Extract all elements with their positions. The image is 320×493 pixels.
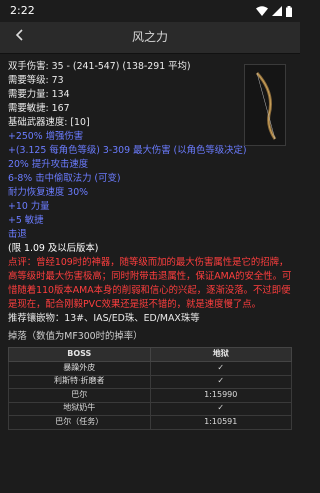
boss-cell: 暴躁外皮 — [8, 361, 151, 376]
column-header-boss: BOSS — [8, 347, 151, 362]
magic-prop: +10 力量 — [8, 201, 50, 212]
status-bar: 2:22 — [0, 0, 300, 22]
boss-cell: 地狱奶牛 — [8, 401, 151, 416]
column-header-hell: 地狱 — [149, 347, 292, 362]
magic-prop: 击退 — [8, 229, 27, 240]
drop-table: BOSS 地狱 暴躁外皮 ✓ 利斯特·折磨者 ✓ 巴尔 1:15990 地狱奶牛… — [8, 347, 292, 430]
table-row: 利斯特·折磨者 ✓ — [8, 374, 292, 389]
socket-recommendation: 推荐镶嵌物：13#、IAS/ED珠、ED/MAX珠等 — [8, 313, 200, 324]
wifi-icon — [256, 6, 268, 16]
status-icons — [256, 5, 292, 17]
boss-cell: 巴尔 — [8, 388, 151, 403]
item-image — [244, 64, 286, 146]
drop-title: 掉落（数值为MF300时的掉率） — [8, 331, 143, 342]
rate-cell: 1:15990 — [149, 388, 292, 403]
rate-cell: ✓ — [149, 361, 292, 376]
table-row: 巴尔 1:15990 — [8, 388, 292, 403]
magic-prop: 20% 提升攻击速度 — [8, 159, 89, 170]
version-note: (限 1.09 及以后版本) — [8, 243, 99, 254]
boss-cell: 巴尔（任务） — [8, 415, 151, 430]
table-row: 巴尔（任务） 1:10591 — [8, 415, 292, 430]
battery-icon — [286, 5, 292, 17]
status-time: 2:22 — [10, 3, 35, 17]
magic-prop: +5 敏捷 — [8, 215, 44, 226]
table-header-row: BOSS 地狱 — [8, 347, 292, 362]
back-button[interactable] — [0, 22, 40, 54]
item-details: 双手伤害: 35 - (241-547) (138-291 平均) 需要等级: … — [0, 54, 300, 430]
page-title: 风之力 — [131, 30, 168, 45]
boss-cell: 利斯特·折磨者 — [8, 374, 151, 389]
app-bar: 风之力 — [0, 22, 300, 54]
rate-cell: ✓ — [149, 401, 292, 416]
rate-cell: 1:10591 — [149, 415, 292, 430]
table-row: 暴躁外皮 ✓ — [8, 361, 292, 376]
signal-icon — [272, 6, 282, 16]
magic-prop: 6-8% 击中偷取法力 (可变) — [8, 173, 121, 184]
rate-cell: ✓ — [149, 374, 292, 389]
arrow-left-icon — [14, 29, 26, 46]
comment-text: 点评：曾经109时的神器，随等级而加的最大伤害属性是它的招牌，高等级时最大伤害极… — [8, 257, 292, 310]
magic-prop: 耐力恢复速度 30% — [8, 187, 89, 198]
table-row: 地狱奶牛 ✓ — [8, 401, 292, 416]
